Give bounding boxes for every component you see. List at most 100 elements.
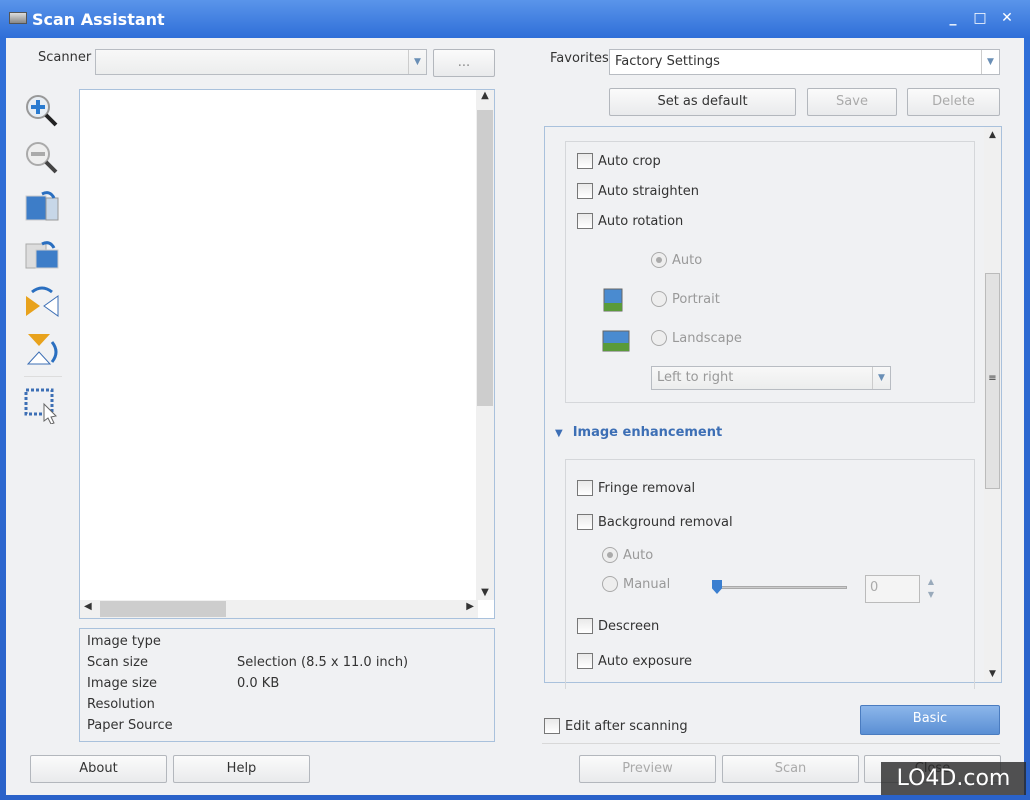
scroll-thumb[interactable]: [100, 601, 226, 617]
bg-slider[interactable]: [715, 586, 847, 589]
basic-button[interactable]: Basic: [860, 705, 1000, 735]
info-row: Resolution: [87, 694, 408, 715]
toolbar-divider: [24, 376, 62, 377]
info-value: [237, 715, 408, 736]
info-value: [237, 631, 408, 652]
info-label: Resolution: [87, 697, 155, 712]
scanner-select[interactable]: ▼: [95, 49, 427, 75]
radio-label: Portrait: [672, 291, 720, 307]
bg-auto-radio[interactable]: Auto: [602, 547, 653, 563]
fit-width-icon[interactable]: [24, 236, 60, 272]
info-label: Image size: [87, 676, 158, 691]
client-area: Scanner ▼ ... ▲ ▼ ◀ ▶ Image type Scan si…: [6, 38, 1026, 795]
minimize-button[interactable]: _: [944, 10, 962, 26]
info-value: [237, 694, 408, 715]
scroll-thumb[interactable]: ≡: [985, 273, 1000, 489]
help-button[interactable]: Help: [173, 755, 310, 783]
watermark: LO4D.com: [881, 762, 1026, 795]
info-label: Image type: [87, 634, 161, 649]
vertical-scrollbar[interactable]: ▲ ▼: [476, 90, 494, 600]
auto-group: [565, 141, 975, 403]
checkbox-label: Auto exposure: [598, 653, 693, 669]
fringe-removal-checkbox[interactable]: Fringe removal: [577, 480, 695, 496]
select-area-icon[interactable]: [24, 388, 60, 424]
checkbox-label: Background removal: [598, 514, 733, 530]
image-enhancement-header[interactable]: ▼ Image enhancement: [555, 425, 722, 443]
bg-value-input[interactable]: 0: [865, 575, 920, 603]
scroll-thumb[interactable]: [477, 110, 493, 406]
browse-scanner-button[interactable]: ...: [433, 49, 495, 77]
scroll-left-icon[interactable]: ◀: [84, 601, 92, 612]
portrait-icon: [603, 288, 623, 312]
info-row: Image size 0.0 KB: [87, 673, 408, 694]
chevron-down-icon: ▼: [872, 367, 890, 389]
direction-select[interactable]: Left to right ▼: [651, 366, 891, 390]
radio-label: Landscape: [672, 330, 742, 346]
settings-panel: ▲ ≡ ▼ Auto crop Auto straighten Auto rot…: [544, 126, 1002, 689]
delete-button[interactable]: Delete: [907, 88, 1000, 116]
rotation-auto-radio[interactable]: Auto: [651, 252, 702, 268]
flip-vertical-icon[interactable]: [24, 332, 60, 368]
info-row: Scan size Selection (8.5 x 11.0 inch): [87, 652, 408, 673]
auto-rotation-label: Auto rotation: [598, 213, 684, 229]
collapse-icon: ▼: [555, 428, 563, 439]
fit-page-icon[interactable]: [24, 188, 60, 224]
info-row: Image type: [87, 631, 408, 652]
scan-button[interactable]: Scan: [722, 755, 859, 783]
checkbox-label: Edit after scanning: [565, 718, 688, 734]
radio-label: Auto: [623, 547, 654, 563]
spinner[interactable]: ▲ ▼: [923, 575, 939, 603]
section-title: Image enhancement: [572, 425, 723, 440]
scroll-up-icon[interactable]: ▲: [984, 130, 1001, 140]
favorites-value: Factory Settings: [615, 54, 720, 69]
info-value: 0.0 KB: [237, 676, 280, 691]
edit-after-scanning-checkbox[interactable]: Edit after scanning: [544, 718, 688, 734]
auto-straighten-label: Auto straighten: [598, 183, 699, 199]
scroll-down-icon[interactable]: ▼: [984, 669, 1001, 679]
info-row: Paper Source: [87, 715, 408, 736]
auto-rotation-checkbox[interactable]: Auto rotation: [577, 213, 683, 229]
scanner-icon: [9, 12, 27, 24]
favorites-label: Favorites: [550, 51, 609, 66]
zoom-in-icon[interactable]: [24, 93, 60, 129]
auto-straighten-checkbox[interactable]: Auto straighten: [577, 183, 699, 199]
maximize-button[interactable]: □: [971, 10, 989, 26]
settings-scrollbar[interactable]: ▲ ≡ ▼: [984, 127, 1001, 682]
favorites-select[interactable]: Factory Settings ▼: [609, 49, 1000, 75]
set-default-button[interactable]: Set as default: [609, 88, 796, 116]
bg-manual-radio[interactable]: Manual: [602, 576, 670, 592]
auto-crop-checkbox[interactable]: Auto crop: [577, 153, 661, 169]
checkbox-label: Descreen: [598, 618, 660, 634]
chevron-down-icon: ▼: [408, 50, 426, 74]
rotation-portrait-radio[interactable]: Portrait: [651, 291, 720, 307]
info-label: Paper Source: [87, 718, 173, 733]
rotation-landscape-radio[interactable]: Landscape: [651, 330, 742, 346]
about-button[interactable]: About: [30, 755, 167, 783]
chevron-down-icon: ▼: [981, 50, 999, 74]
checkbox-label: Fringe removal: [598, 480, 696, 496]
landscape-icon: [602, 330, 630, 352]
close-window-button[interactable]: ✕: [998, 10, 1016, 26]
info-value: Selection (8.5 x 11.0 inch): [237, 655, 409, 670]
title-bar: Scan Assistant _ □ ✕: [0, 0, 1030, 38]
radio-label: Auto: [672, 252, 703, 268]
preview-pane[interactable]: ▲ ▼ ◀ ▶: [79, 89, 495, 619]
auto-exposure-checkbox[interactable]: Auto exposure: [577, 653, 692, 669]
horizontal-scrollbar[interactable]: ◀ ▶: [80, 600, 478, 618]
preview-button[interactable]: Preview: [579, 755, 716, 783]
image-info-panel: Image type Scan size Selection (8.5 x 11.…: [79, 628, 495, 742]
scanner-label: Scanner: [38, 50, 92, 65]
scroll-right-icon[interactable]: ▶: [466, 601, 474, 612]
auto-crop-label: Auto crop: [598, 153, 661, 169]
save-button[interactable]: Save: [807, 88, 897, 116]
scroll-up-icon[interactable]: ▲: [476, 90, 494, 101]
radio-label: Manual: [623, 576, 671, 592]
main-window: Scan Assistant _ □ ✕ Scanner ▼ ... ▲ ▼ ◀…: [0, 0, 1030, 800]
zoom-out-icon[interactable]: [24, 140, 60, 176]
flip-horizontal-icon[interactable]: [24, 284, 60, 320]
info-label: Scan size: [87, 655, 148, 670]
divider: [542, 743, 1000, 744]
descreen-checkbox[interactable]: Descreen: [577, 618, 659, 634]
scroll-down-icon[interactable]: ▼: [476, 587, 494, 598]
background-removal-checkbox[interactable]: Background removal: [577, 514, 733, 530]
